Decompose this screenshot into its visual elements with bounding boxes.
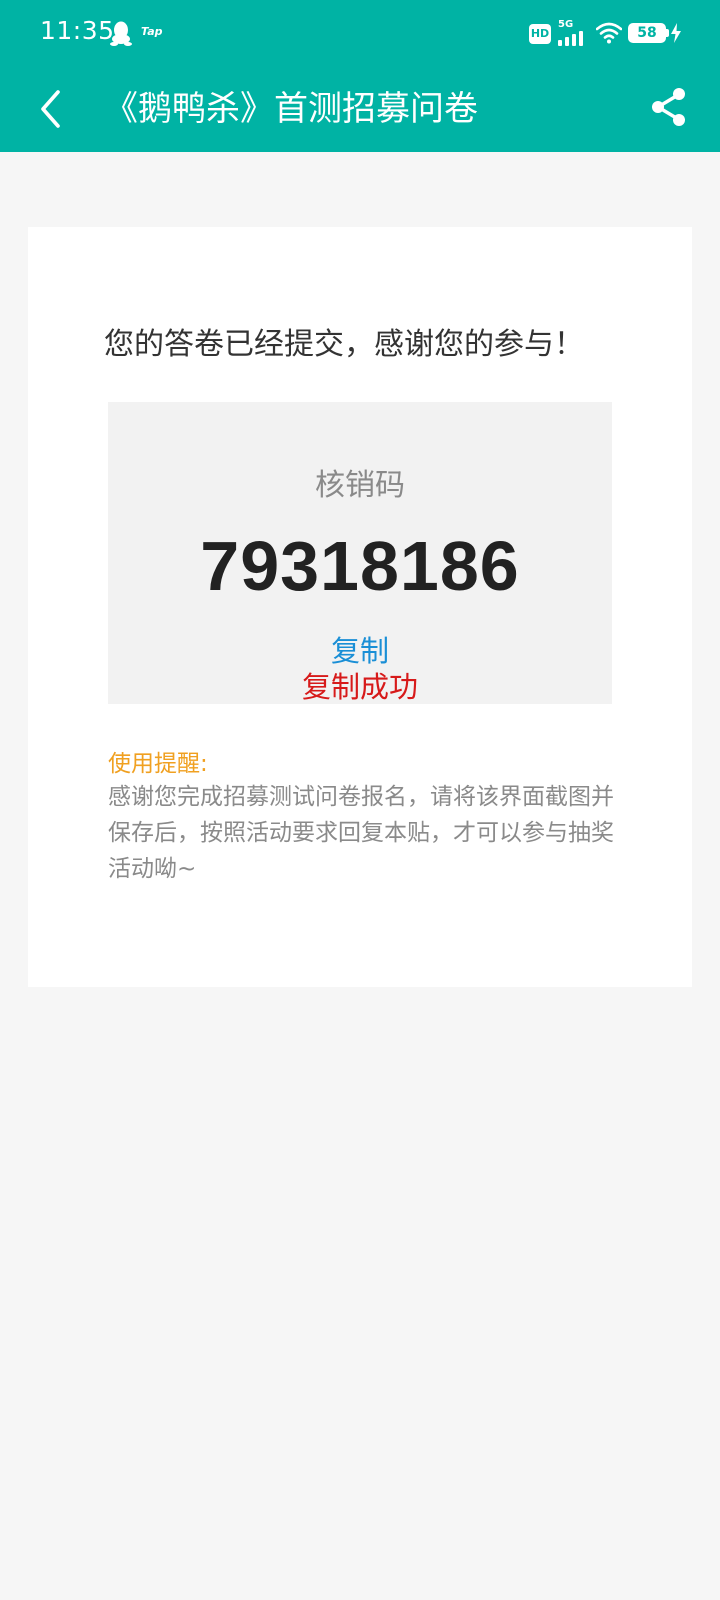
redemption-code-box: 核销码 79318186 复制 复制成功 [108, 402, 612, 704]
tap-icon: Tap [141, 25, 163, 38]
submission-thanks-message: 您的答卷已经提交，感谢您的参与！ [104, 327, 584, 362]
usage-reminder-title: 使用提醒: [108, 751, 208, 777]
charging-bolt-icon [671, 23, 681, 43]
qq-icon [110, 21, 132, 46]
hd-badge: HD [529, 24, 551, 44]
page-title: 《鹅鸭杀》首测招募问卷 [104, 89, 478, 129]
back-button[interactable] [30, 84, 80, 134]
battery-icon: 58 [628, 23, 666, 43]
redemption-code-value: 79318186 [200, 527, 520, 605]
status-bar: 11:35 Tap HD 5G 58 [0, 0, 720, 66]
status-time: 11:35 [40, 16, 115, 45]
share-button[interactable] [644, 82, 694, 132]
chevron-left-icon [41, 90, 60, 128]
copy-success-message: 复制成功 [301, 670, 418, 704]
top-nav-bar: 《鹅鸭杀》首测招募问卷 [0, 66, 720, 152]
result-card: 您的答卷已经提交，感谢您的参与！ 核销码 79318186 复制 复制成功 使用… [28, 227, 692, 987]
share-icon [652, 88, 685, 126]
wifi-icon [596, 22, 622, 44]
cellular-signal-icon: 5G [558, 19, 588, 46]
network-type-label: 5G [558, 19, 574, 30]
usage-reminder-text: 感谢您完成招募测试问卷报名，请将该界面截图并保存后，按照活动要求回复本贴，才可以… [108, 784, 614, 882]
redemption-code-label: 核销码 [315, 468, 405, 503]
battery-cap [666, 29, 669, 37]
